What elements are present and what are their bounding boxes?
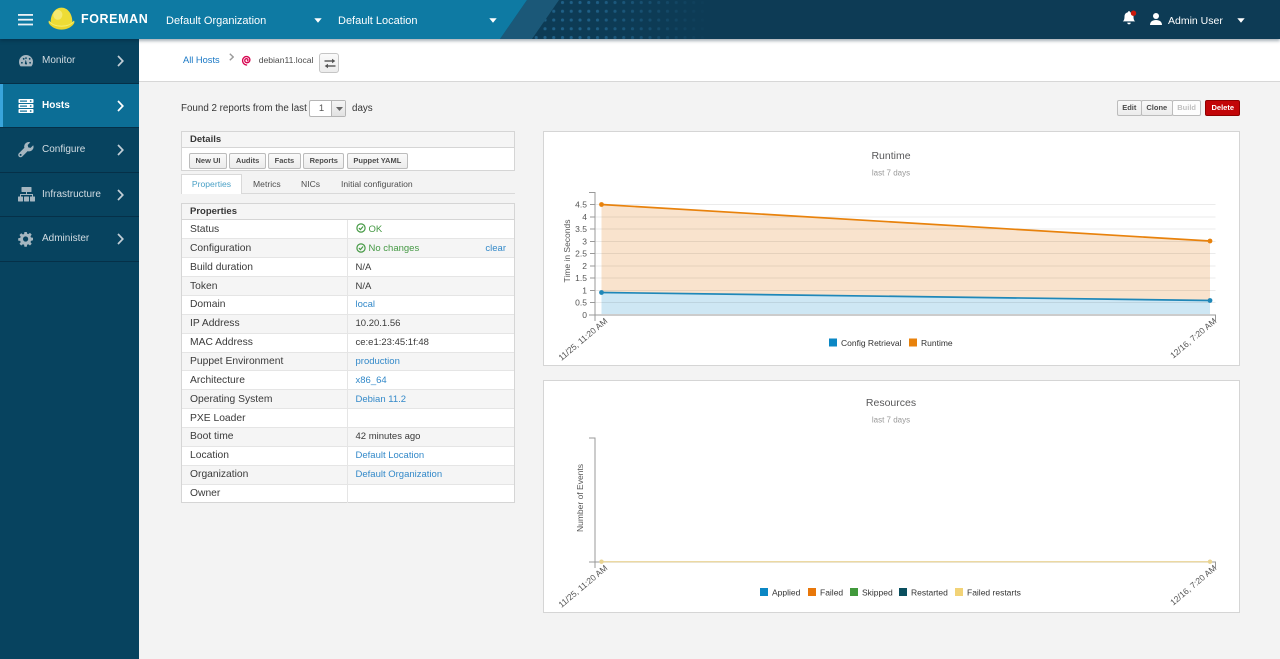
svg-text:12/16, 7:20 AM: 12/16, 7:20 AM [1168, 316, 1218, 360]
svg-text:Failed restarts: Failed restarts [967, 588, 1021, 598]
svg-text:1: 1 [582, 285, 587, 295]
svg-text:11/25, 11:20 AM: 11/25, 11:20 AM [556, 563, 609, 610]
svg-text:Runtime: Runtime [871, 150, 910, 162]
svg-text:2.5: 2.5 [575, 249, 587, 259]
svg-text:Restarted: Restarted [911, 588, 948, 598]
svg-text:2: 2 [582, 261, 587, 271]
svg-text:11/25, 11:20 AM: 11/25, 11:20 AM [556, 316, 609, 363]
svg-text:3: 3 [582, 236, 587, 246]
svg-text:0: 0 [582, 310, 587, 320]
svg-text:Config Retrieval: Config Retrieval [841, 338, 902, 348]
svg-text:Runtime: Runtime [921, 338, 953, 348]
svg-text:4.5: 4.5 [575, 200, 587, 210]
svg-text:Applied: Applied [772, 588, 801, 598]
svg-text:last 7 days: last 7 days [872, 416, 910, 425]
svg-text:1.5: 1.5 [575, 273, 587, 283]
svg-text:0.5: 0.5 [575, 298, 587, 308]
svg-text:Number of Events: Number of Events [575, 464, 585, 532]
svg-text:12/16, 7:20 AM: 12/16, 7:20 AM [1168, 563, 1218, 607]
svg-text:last 7 days: last 7 days [872, 169, 910, 178]
svg-text:Resources: Resources [866, 397, 916, 409]
svg-text:4: 4 [582, 212, 587, 222]
svg-text:3.5: 3.5 [575, 224, 587, 234]
svg-text:Time in Seconds: Time in Seconds [562, 220, 572, 283]
svg-text:Skipped: Skipped [862, 588, 893, 598]
svg-text:Failed: Failed [820, 588, 843, 598]
